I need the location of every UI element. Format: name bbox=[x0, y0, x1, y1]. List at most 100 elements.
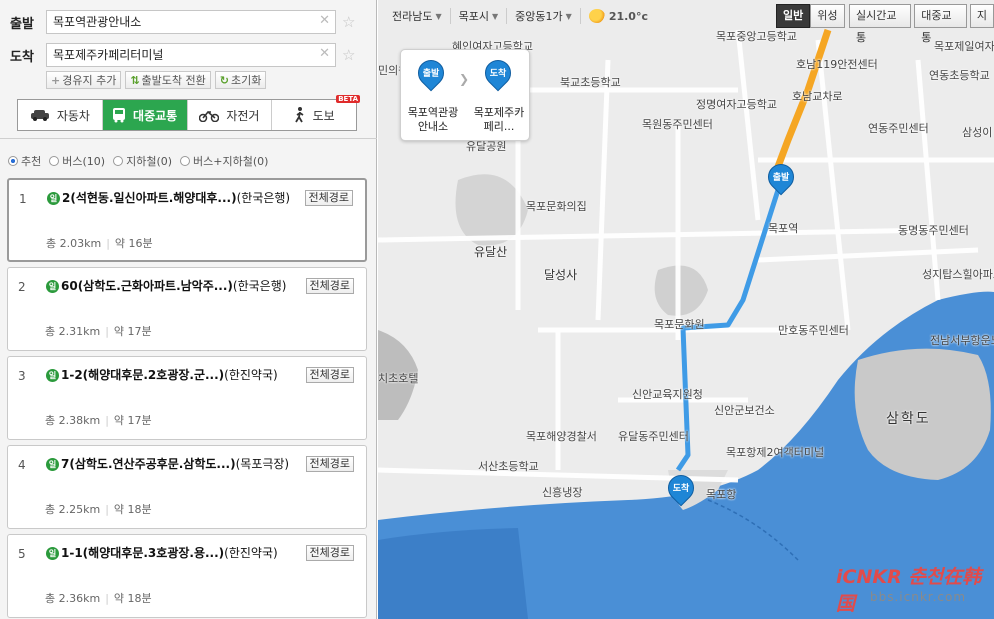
map-label: 정명여자고등학교 bbox=[696, 98, 777, 111]
option-bus-subway[interactable]: 버스+지하철(0) bbox=[180, 153, 268, 169]
start-marker-label: 출발 bbox=[772, 173, 790, 183]
map-label: 만호동주민센터 bbox=[778, 324, 849, 337]
route-card-5[interactable]: 5 일 1-1(해양대후문.3호광장.용...)(한진약국) 전체경로 총 2.… bbox=[7, 534, 367, 618]
option-label: 추천 bbox=[21, 155, 42, 168]
bus-type-badge: 일 bbox=[46, 369, 59, 382]
chevron-down-icon: ▼ bbox=[435, 11, 442, 21]
map-label: 연동주민센터 bbox=[868, 122, 929, 135]
route-stop: (목포극장) bbox=[235, 457, 290, 471]
route-bus-name: 2(석현동.일신아파트.해양대후...) bbox=[62, 191, 237, 205]
end-pin-icon: 도착 bbox=[479, 54, 517, 94]
destination-row: 도착 목포제주카페리터미널 ✕ ☆ bbox=[10, 43, 355, 67]
walk-icon bbox=[294, 107, 304, 123]
favorite-origin-icon[interactable]: ☆ bbox=[342, 13, 355, 31]
route-stop: (한국은행) bbox=[236, 191, 291, 205]
option-label: 버스+지하철(0) bbox=[193, 155, 269, 168]
directions-panel: 출발 목포역관광안내소 ✕ ☆ 도착 목포제주카페리터미널 ✕ ☆ + 경유지 추… bbox=[0, 0, 377, 619]
full-route-button[interactable]: 전체경로 bbox=[305, 456, 354, 472]
route-card-4[interactable]: 4 일 7(삼학도.연산주공후문.삼학도...)(목포극장) 전체경로 총 2.… bbox=[7, 445, 367, 529]
traffic-layer-button[interactable]: 실시간교통 bbox=[849, 4, 912, 44]
chevron-down-icon: ▼ bbox=[565, 11, 572, 21]
origin-label: 출발 bbox=[10, 16, 34, 32]
divider bbox=[0, 138, 377, 139]
option-bus[interactable]: 버스(10) bbox=[49, 153, 105, 169]
route-time: 약 18분 bbox=[113, 503, 152, 516]
route-title: 7(삼학도.연산주공후문.삼학도...)(목포극장) bbox=[61, 456, 303, 473]
meta-divider: | bbox=[105, 325, 109, 338]
full-route-button[interactable]: 전체경로 bbox=[305, 278, 354, 294]
clear-origin-icon[interactable]: ✕ bbox=[319, 14, 330, 28]
map-label: 신안군보건소 bbox=[714, 404, 775, 417]
beta-badge: BETA bbox=[336, 95, 360, 103]
tab-car[interactable]: 자동차 bbox=[18, 100, 103, 130]
route-card-1[interactable]: 1 일 2(석현동.일신아파트.해양대후...)(한국은행) 전체경로 총 2.… bbox=[7, 178, 367, 262]
origin-input[interactable]: 목포역관광안내소 ✕ bbox=[46, 10, 336, 34]
swap-button[interactable]: ⇅ 출발도착 전환 bbox=[125, 71, 211, 89]
full-route-button[interactable]: 전체경로 bbox=[305, 545, 354, 561]
map-label: 목포제일여자고등학교 bbox=[934, 40, 994, 53]
popup-start-name: 목포역관광안내소 bbox=[407, 106, 459, 133]
favorite-destination-icon[interactable]: ☆ bbox=[342, 46, 355, 64]
full-route-button[interactable]: 전체경로 bbox=[305, 367, 354, 383]
route-distance: 총 2.31km bbox=[45, 325, 101, 338]
tab-transit[interactable]: 대중교통 bbox=[102, 100, 188, 130]
start-marker-icon[interactable]: 출발 bbox=[762, 158, 800, 198]
bus-type-badge: 일 bbox=[46, 547, 59, 560]
breadcrumb-city[interactable]: 목포시 ▼ bbox=[451, 8, 508, 24]
option-label: 버스(10) bbox=[62, 155, 106, 168]
map-label: 유달동주민센터 bbox=[618, 430, 689, 443]
full-route-button[interactable]: 전체경로 bbox=[304, 190, 353, 206]
clear-destination-icon[interactable]: ✕ bbox=[319, 47, 330, 61]
route-bus-name: 60(삼학도.근화아파트.남악주...) bbox=[61, 279, 233, 293]
map-type-toggle: 일반 위성 bbox=[776, 4, 845, 28]
tab-bicycle[interactable]: 자전거 bbox=[188, 100, 273, 130]
breadcrumb-district[interactable]: 중앙동1가 ▼ bbox=[507, 8, 581, 24]
map-label: 목포해양경찰서 bbox=[526, 430, 597, 443]
tab-bicycle-label: 자전거 bbox=[226, 108, 260, 123]
tab-transit-label: 대중교통 bbox=[133, 108, 178, 123]
option-recommended[interactable]: 추천 bbox=[8, 153, 41, 169]
add-waypoint-label: 경유지 추가 bbox=[62, 74, 117, 87]
radio-icon bbox=[8, 156, 18, 166]
route-meta: 총 2.31km | 약 17분 bbox=[45, 323, 152, 339]
popup-end-name: 목포제주카페리... bbox=[473, 106, 525, 133]
cadastral-layer-button[interactable]: 지 bbox=[969, 4, 994, 28]
route-card-3[interactable]: 3 일 1-2(해양대후문.2호광장.군...)(한진약국) 전체경로 총 2.… bbox=[7, 356, 367, 440]
bicycle-icon bbox=[199, 110, 220, 122]
meta-divider: | bbox=[105, 414, 109, 427]
map-satellite-button[interactable]: 위성 bbox=[810, 4, 845, 28]
breadcrumb-label: 중앙동1가 bbox=[515, 10, 563, 23]
route-number: 3 bbox=[18, 369, 26, 383]
route-number: 2 bbox=[18, 280, 26, 294]
meta-divider: | bbox=[105, 592, 109, 605]
destination-label: 도착 bbox=[10, 49, 34, 65]
meta-divider: | bbox=[106, 237, 110, 250]
tab-walk[interactable]: 도보 BETA bbox=[272, 95, 360, 130]
reset-button[interactable]: ↻ 초기화 bbox=[214, 71, 267, 89]
breadcrumb-province[interactable]: 전라남도 ▼ bbox=[384, 8, 451, 24]
route-time: 약 18분 bbox=[113, 592, 152, 605]
transit-layer-button[interactable]: 대중교통 bbox=[914, 4, 967, 44]
destination-input[interactable]: 목포제주카페리터미널 ✕ bbox=[46, 43, 336, 67]
route-distance: 총 2.36km bbox=[45, 592, 101, 605]
route-time: 약 17분 bbox=[113, 325, 152, 338]
layer-buttons: 실시간교통 대중교통 지 bbox=[849, 4, 994, 44]
route-time: 약 17분 bbox=[113, 414, 152, 427]
map-label: 삼성이 bbox=[962, 126, 993, 139]
map-label: 신흥냉장 bbox=[542, 486, 583, 499]
mode-tabs: 자동차 대중교통 자전거 도보 BETA bbox=[17, 95, 360, 131]
route-bus-name: 7(삼학도.연산주공후문.삼학도...) bbox=[61, 457, 236, 471]
add-waypoint-button[interactable]: + 경유지 추가 bbox=[46, 71, 122, 89]
option-subway[interactable]: 지하철(0) bbox=[113, 153, 172, 169]
route-summary-popup[interactable]: 출발 ❯ 도착 목포역관광안내소 목포제주카페리... bbox=[400, 49, 530, 141]
map-normal-button[interactable]: 일반 bbox=[776, 4, 811, 28]
route-meta: 총 2.36km | 약 18분 bbox=[45, 590, 152, 606]
map-label: 호남교차로 bbox=[792, 90, 843, 103]
map-view[interactable]: 전라남도 ▼ 목포시 ▼ 중앙동1가 ▼ 21.0°c 일반 위성 실시간교통 대중교… bbox=[378, 0, 994, 619]
end-marker-icon[interactable]: 도착 bbox=[662, 469, 700, 509]
map-label: 연동초등학교 bbox=[929, 69, 990, 82]
start-pin-icon: 출발 bbox=[412, 54, 450, 94]
route-card-2[interactable]: 2 일 60(삼학도.근화아파트.남악주...)(한국은행) 전체경로 총 2.… bbox=[7, 267, 367, 351]
radio-icon bbox=[113, 156, 124, 166]
route-meta: 총 2.25km | 약 18분 bbox=[45, 501, 152, 517]
